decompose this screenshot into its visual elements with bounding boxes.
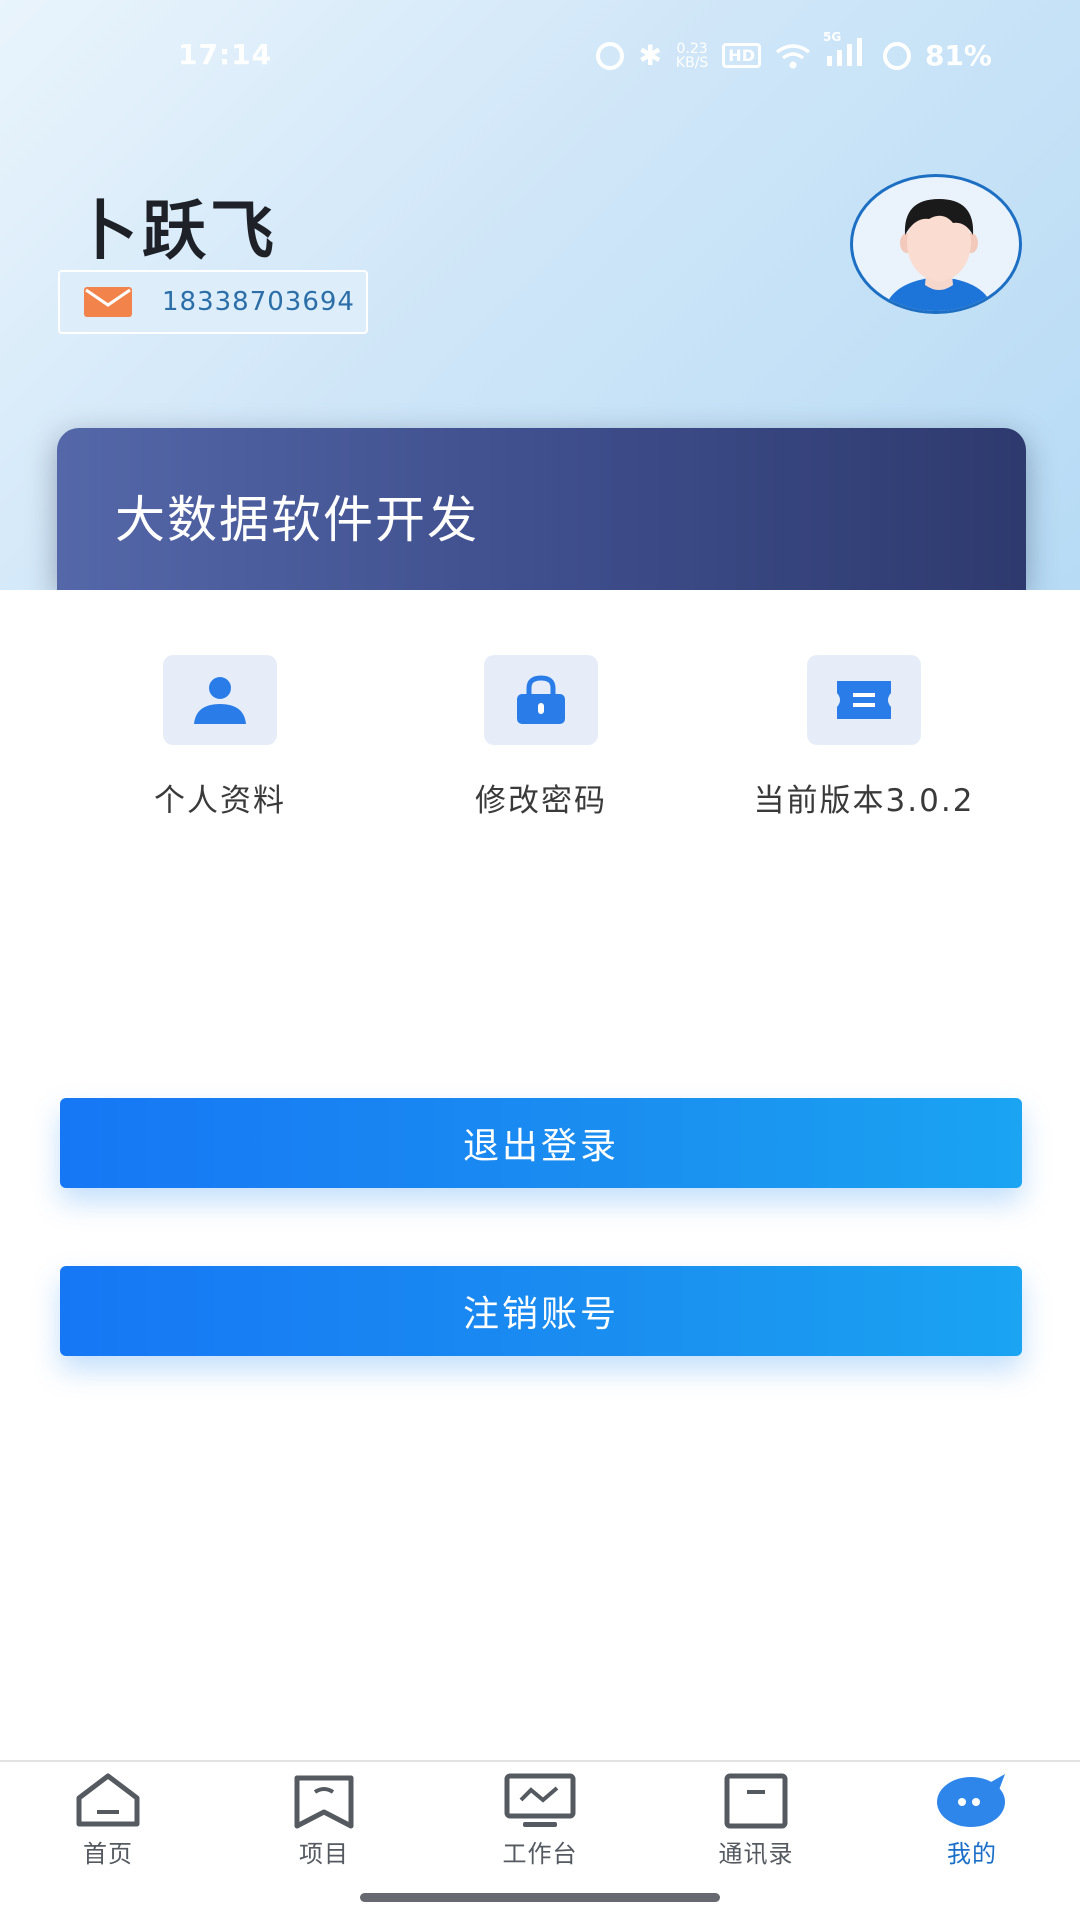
- status-time: 17:14: [178, 38, 273, 71]
- tab-project[interactable]: 项目: [216, 1772, 432, 1869]
- chat-bubble-icon: [937, 1774, 1005, 1827]
- network-speed: 0.23 KB/S: [676, 42, 708, 70]
- tab-contacts[interactable]: 通讯录: [648, 1772, 864, 1869]
- lock-icon-tile: [484, 655, 598, 745]
- phone-chip: 18338703694: [58, 270, 368, 334]
- home-indicator[interactable]: [360, 1893, 720, 1902]
- quick-action-label: 个人资料: [154, 783, 286, 819]
- ticket-icon-tile: [807, 655, 921, 745]
- tab-label: 项目: [299, 1840, 349, 1868]
- tab-label: 我的: [947, 1840, 997, 1868]
- organization-name: 大数据软件开发: [115, 491, 479, 549]
- network-type: 5G: [822, 30, 842, 44]
- logout-button[interactable]: 退出登录: [60, 1098, 1022, 1188]
- wifi-icon: [775, 43, 811, 68]
- tab-label: 通讯录: [718, 1840, 794, 1868]
- tab-workbench[interactable]: 工作台: [432, 1772, 648, 1869]
- battery-level: 81%: [924, 39, 992, 72]
- quick-action-label: 当前版本3.0.2: [753, 783, 975, 819]
- tab-mine[interactable]: 我的: [864, 1772, 1080, 1869]
- alarm-icon: [596, 41, 625, 70]
- quick-action-change-password[interactable]: 修改密码: [421, 655, 661, 820]
- tab-label: 工作台: [502, 1840, 578, 1868]
- hd-badge: HD: [722, 43, 761, 68]
- organization-card: 大数据软件开发: [57, 428, 1026, 590]
- signal-icon: 5G: [823, 30, 869, 73]
- person-icon: [194, 677, 246, 724]
- phone-number: 18338703694: [162, 287, 355, 317]
- contacts-icon: [724, 1773, 788, 1829]
- battery-icon: [882, 41, 911, 70]
- workbench-icon: [504, 1773, 576, 1827]
- avatar[interactable]: [850, 174, 1022, 314]
- home-icon: [76, 1773, 140, 1827]
- status-bar: 17:14 ✱ 0.23 KB/S HD 5G 81%: [0, 30, 1080, 80]
- avatar-person-icon: [884, 199, 994, 311]
- status-icons: ✱ 0.23 KB/S HD 5G 81%: [596, 30, 992, 73]
- mail-icon: [84, 287, 132, 317]
- quick-action-label: 修改密码: [475, 783, 607, 819]
- tab-home[interactable]: 首页: [0, 1772, 216, 1869]
- network-speed-unit: KB/S: [675, 54, 709, 71]
- ticket-icon: [837, 681, 891, 719]
- person-icon-tile: [163, 655, 277, 745]
- bluetooth-icon: ✱: [638, 39, 662, 72]
- project-icon: [294, 1775, 354, 1829]
- deactivate-account-button[interactable]: 注销账号: [60, 1266, 1022, 1356]
- quick-action-version[interactable]: 当前版本3.0.2: [744, 655, 984, 820]
- tab-label: 首页: [83, 1840, 133, 1868]
- network-speed-value: 0.23: [676, 40, 708, 57]
- user-name: 卜跃飞: [74, 195, 278, 269]
- lock-icon: [517, 675, 565, 724]
- quick-action-profile[interactable]: 个人资料: [100, 655, 340, 820]
